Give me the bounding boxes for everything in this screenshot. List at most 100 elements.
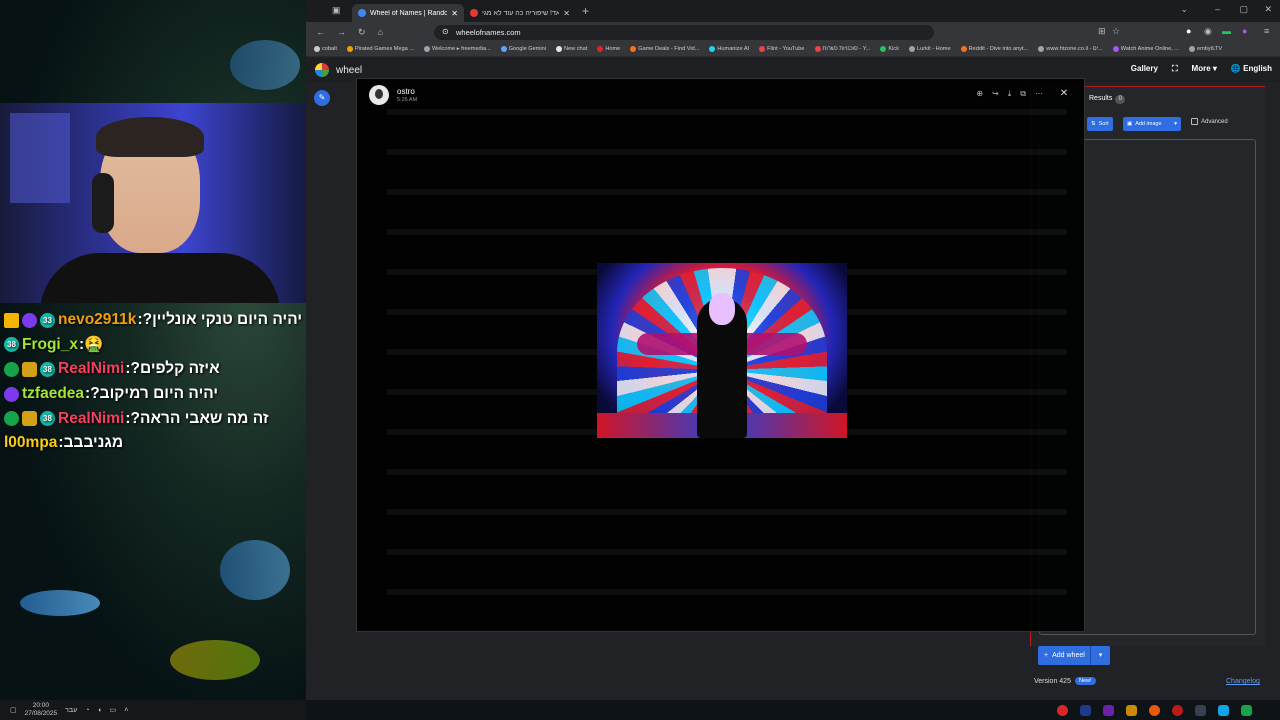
app-icon[interactable] bbox=[1241, 704, 1252, 716]
battery-icon[interactable]: ▭ bbox=[110, 706, 117, 714]
extension-icon[interactable]: ● bbox=[1186, 26, 1191, 36]
chat-message: l00mpa: מגניבבב bbox=[4, 434, 124, 452]
language-menu[interactable]: 🌐 English bbox=[1231, 64, 1272, 74]
bookmark-item[interactable]: Welcome ▸ freemedia... bbox=[424, 46, 491, 52]
reload-icon[interactable]: ↻ bbox=[358, 27, 366, 38]
folder-app-icon[interactable] bbox=[1126, 704, 1137, 716]
tab-list-chevron-icon[interactable]: ⌄ bbox=[1180, 4, 1188, 15]
bookmark-item[interactable]: www.htzone.co.il - ים... bbox=[1038, 46, 1103, 52]
back-icon[interactable]: ← bbox=[316, 27, 325, 37]
bookmark-item[interactable]: cobalt bbox=[314, 46, 337, 52]
version-info: Version 425 New! bbox=[1034, 677, 1096, 685]
forward-icon[interactable]: → bbox=[337, 27, 346, 37]
obs-app-icon[interactable] bbox=[1103, 704, 1114, 716]
steam-app-icon[interactable] bbox=[1080, 704, 1091, 716]
results-tab[interactable]: Results 0 bbox=[1089, 95, 1126, 104]
tab-search-icon[interactable]: ▣ bbox=[332, 5, 341, 16]
purple-badge-icon bbox=[4, 386, 19, 402]
language-indicator[interactable]: עבר bbox=[65, 707, 77, 714]
minimize-icon[interactable]: – bbox=[1215, 4, 1220, 14]
app-icon[interactable] bbox=[1218, 704, 1229, 716]
clock[interactable]: 20:00 27/08/2025 bbox=[25, 702, 58, 718]
volume-icon[interactable]: ◖ bbox=[97, 707, 101, 714]
chrome-app-icon[interactable] bbox=[1172, 704, 1183, 716]
bookmark-item[interactable]: Google Gemini bbox=[500, 46, 546, 52]
bookmark-item[interactable]: New chat bbox=[556, 46, 587, 52]
bookmark-item[interactable]: Pirated Games Mega ... bbox=[346, 46, 414, 52]
bookmark-item[interactable]: Humanize AI bbox=[709, 46, 749, 52]
close-icon[interactable]: ✕ bbox=[1058, 88, 1070, 100]
add-wheel-dropdown[interactable]: ▾ bbox=[1090, 646, 1110, 665]
tab-title: Wheel of Names | Random nam bbox=[370, 9, 448, 17]
bookmark-item[interactable]: Game Deals - Find Vid... bbox=[630, 46, 699, 52]
site-title[interactable]: wheel bbox=[336, 65, 362, 76]
tab-close-icon[interactable]: ✕ bbox=[563, 9, 570, 18]
fish-decoration bbox=[170, 640, 260, 680]
youtube-app-icon[interactable] bbox=[1057, 704, 1068, 716]
fish-decoration bbox=[220, 540, 290, 600]
share-icon[interactable]: ↪ bbox=[992, 89, 999, 99]
bookmark-item[interactable]: סוכנויות כשרות - Y... bbox=[814, 46, 870, 52]
avatar[interactable] bbox=[369, 85, 389, 105]
chevron-up-icon[interactable]: ˄ bbox=[124, 707, 128, 714]
bookmark-label: Lurkit - Home bbox=[917, 46, 951, 52]
bookmark-item[interactable]: Kick bbox=[880, 46, 899, 52]
author-name: ostro bbox=[397, 87, 415, 96]
chat-message-text: יהיה היום טנקי אונליין? bbox=[142, 311, 303, 329]
chat-message: 38 RealNimi: זה מה שאבי הראה? bbox=[4, 406, 306, 431]
browser-tab[interactable]: Wheel of Names | Random nam✕ bbox=[352, 4, 464, 22]
extension-icon[interactable]: ▬ bbox=[1222, 26, 1231, 36]
home-icon[interactable]: ⌂ bbox=[378, 27, 383, 37]
bookmark-item[interactable]: Lurkit - Home bbox=[909, 46, 951, 52]
chat-message-text: 🤮 bbox=[84, 336, 104, 354]
gallery-link[interactable]: Gallery bbox=[1131, 64, 1158, 74]
site-info-icon[interactable]: ⊙ bbox=[442, 27, 449, 36]
browser-tab[interactable]: הלקאד! שיפוריה כה עוד לא מגי✕ bbox=[464, 4, 576, 22]
clock-time: 20:00 bbox=[32, 702, 50, 709]
profile-icon[interactable]: ● bbox=[1242, 26, 1247, 36]
bookmark-item[interactable]: Home bbox=[597, 46, 620, 52]
url-input[interactable]: ⊙ wheelofnames.com bbox=[434, 25, 934, 40]
bookmark-favicon-icon bbox=[630, 46, 637, 52]
terminal-app-icon[interactable] bbox=[1195, 704, 1206, 716]
firefox-app-icon[interactable] bbox=[1149, 704, 1160, 716]
bookmark-favicon-icon bbox=[960, 46, 967, 52]
chat-username: RealNimi bbox=[58, 409, 125, 427]
checkbox-icon bbox=[1191, 118, 1198, 125]
new-tab-button[interactable]: + bbox=[582, 4, 589, 18]
extension-icon[interactable]: ◉ bbox=[1204, 26, 1212, 37]
open-external-icon[interactable]: ⧉ bbox=[1020, 89, 1026, 99]
changelog-link[interactable]: Changelog bbox=[1226, 678, 1260, 685]
edit-pencil-icon[interactable]: ✎ bbox=[314, 90, 330, 106]
install-icon[interactable]: ⊞ bbox=[1098, 26, 1106, 37]
wifi-icon[interactable]: ◔ bbox=[85, 707, 89, 714]
advanced-checkbox[interactable]: Advanced bbox=[1191, 118, 1228, 125]
version-text: Version 425 bbox=[1034, 677, 1071, 685]
fullscreen-icon[interactable]: ⛶ bbox=[1172, 64, 1178, 74]
tab-favicon-icon bbox=[470, 9, 478, 17]
bookmark-favicon-icon bbox=[597, 46, 604, 52]
zoom-icon[interactable]: ⊕ bbox=[976, 89, 983, 99]
more-options-icon[interactable]: ⋯ bbox=[1035, 89, 1043, 99]
chat-username: nevo2911k bbox=[58, 311, 137, 329]
bookmark-item[interactable]: Flint - YouTube bbox=[759, 46, 805, 52]
download-icon[interactable]: ⤓ bbox=[1008, 89, 1012, 99]
bookmark-star-icon[interactable]: ☆ bbox=[1112, 26, 1120, 37]
wheel-logo-icon[interactable] bbox=[315, 63, 329, 77]
window-close-icon[interactable]: ✕ bbox=[1264, 4, 1272, 15]
bookmark-item[interactable]: Watch Anime Online, ... bbox=[1112, 46, 1179, 52]
bookmark-item[interactable]: Reddit - Dive into anyt... bbox=[960, 46, 1028, 52]
chat-message: 33 nevo2911k: יהיה היום טנקי אונליין? bbox=[4, 308, 306, 333]
notification-icon[interactable]: ▢ bbox=[10, 706, 17, 714]
teal-badge-icon: 38 bbox=[40, 361, 55, 377]
menu-icon[interactable]: ≡ bbox=[1264, 26, 1269, 36]
add-image-button[interactable]: ▣ Add image ▾ bbox=[1123, 117, 1181, 131]
bookmark-item[interactable]: embyILTV bbox=[1188, 46, 1222, 52]
more-menu[interactable]: More ▾ bbox=[1192, 64, 1217, 74]
bookmark-label: New chat bbox=[564, 46, 588, 52]
viewed-image[interactable] bbox=[597, 263, 847, 438]
maximize-icon[interactable]: ▢ bbox=[1239, 4, 1248, 15]
sort-button[interactable]: ⇅ Sort bbox=[1087, 117, 1113, 131]
windows-tray: ▢ 20:00 27/08/2025 עבר ◔ ◖ ▭ ˄ bbox=[0, 700, 306, 720]
tab-close-icon[interactable]: ✕ bbox=[451, 9, 458, 18]
